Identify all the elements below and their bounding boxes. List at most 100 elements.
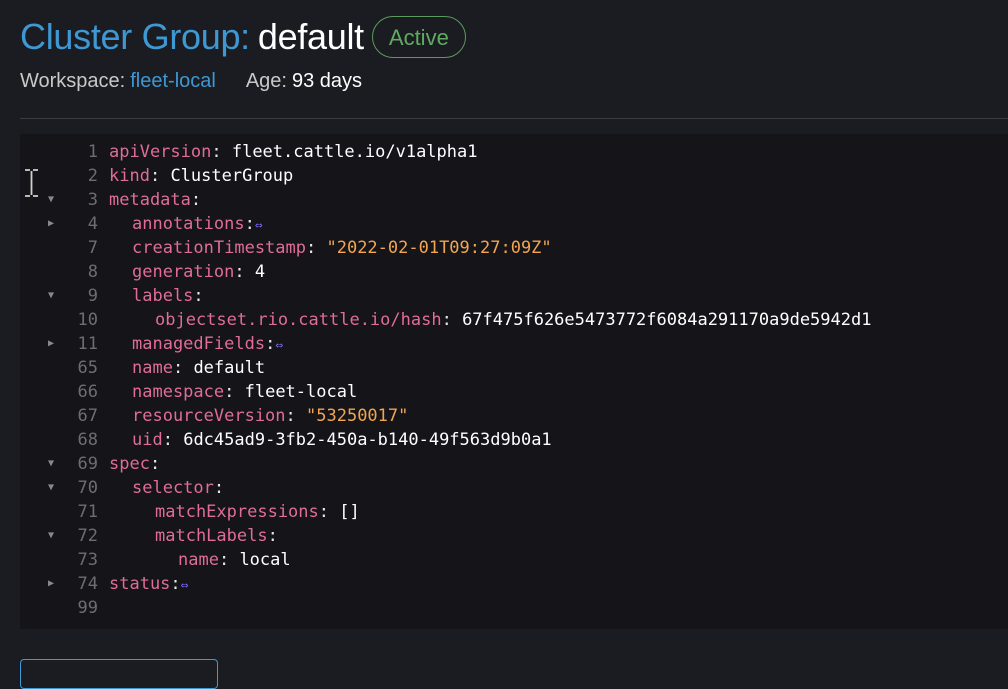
- line-number: 69: [77, 454, 98, 474]
- line-number: 9: [87, 286, 98, 306]
- yaml-value: local: [239, 550, 291, 570]
- line-number: 1: [87, 142, 98, 162]
- yaml-code: kind: ClusterGroup: [109, 164, 293, 188]
- yaml-value: default: [193, 358, 266, 378]
- fold-collapsed-icon[interactable]: ▶: [46, 332, 56, 356]
- collapsed-marker-icon[interactable]: ⇔: [181, 578, 189, 593]
- line-number: 2: [87, 166, 98, 186]
- yaml-key: namespace: [132, 382, 225, 402]
- yaml-code: resourceVersion: "53250017": [132, 404, 408, 428]
- workspace-label: Workspace:: [20, 70, 126, 92]
- yaml-separator: :: [218, 550, 240, 570]
- yaml-line[interactable]: 65 name: default: [20, 356, 1008, 380]
- collapsed-marker-icon[interactable]: ⇔: [255, 218, 263, 233]
- yaml-line[interactable]: 1 apiVersion: fleet.cattle.io/v1alpha1: [20, 140, 1008, 164]
- line-number: 7: [87, 238, 98, 258]
- yaml-line[interactable]: ▼ 70 selector:: [20, 476, 1008, 500]
- fold-collapsed-icon[interactable]: ▶: [46, 572, 56, 596]
- yaml-line[interactable]: ▼ 72 matchLabels:: [20, 524, 1008, 548]
- yaml-value: 67f475f626e5473772f6084a291170a9de5942d1: [462, 310, 872, 330]
- yaml-code: name: default: [132, 356, 265, 380]
- yaml-line[interactable]: 2 kind: ClusterGroup: [20, 164, 1008, 188]
- line-number: 8: [87, 262, 98, 282]
- fold-expanded-icon[interactable]: ▼: [46, 524, 56, 548]
- yaml-line[interactable]: 68 uid: 6dc45ad9-3fb2-450a-b140-49f563d9b…: [20, 428, 1008, 452]
- yaml-line[interactable]: ▶ 74 status:⇔: [20, 572, 1008, 596]
- yaml-separator: :: [441, 310, 463, 330]
- line-number: 70: [77, 478, 98, 498]
- yaml-code: selector:: [132, 476, 224, 500]
- yaml-code: annotations:⇔: [132, 212, 263, 238]
- yaml-separator: :: [149, 166, 171, 186]
- fold-expanded-icon[interactable]: ▼: [46, 476, 56, 500]
- yaml-editor[interactable]: 1 apiVersion: fleet.cattle.io/v1alpha1 2 ki…: [20, 134, 1008, 629]
- yaml-code: matchLabels:: [155, 524, 278, 548]
- fold-expanded-icon[interactable]: ▼: [46, 188, 56, 212]
- header-divider: [20, 118, 1008, 119]
- yaml-line[interactable]: 73 name: local: [20, 548, 1008, 572]
- yaml-code: uid: 6dc45ad9-3fb2-450a-b140-49f563d9b0a…: [132, 428, 552, 452]
- yaml-value: ClusterGroup: [170, 166, 294, 186]
- yaml-key: labels: [132, 286, 194, 306]
- yaml-separator: :: [306, 238, 327, 258]
- yaml-key: name: [132, 358, 173, 378]
- yaml-key: status: [109, 574, 171, 594]
- yaml-line[interactable]: 71 matchExpressions: []: [20, 500, 1008, 524]
- yaml-code: apiVersion: fleet.cattle.io/v1alpha1: [109, 140, 477, 164]
- yaml-separator: :: [244, 214, 255, 234]
- fold-expanded-icon[interactable]: ▼: [46, 284, 56, 308]
- yaml-line[interactable]: 66 namespace: fleet-local: [20, 380, 1008, 404]
- yaml-code: generation: 4: [132, 260, 265, 284]
- yaml-separator: :: [213, 478, 225, 498]
- yaml-key: apiVersion: [109, 142, 212, 162]
- yaml-line[interactable]: 99: [20, 596, 1008, 620]
- yaml-line[interactable]: ▼ 9 labels:: [20, 284, 1008, 308]
- yaml-separator: :: [267, 526, 278, 546]
- yaml-value: fleet.cattle.io/v1alpha1: [231, 142, 478, 162]
- yaml-code: namespace: fleet-local: [132, 380, 357, 404]
- resource-name-title: default: [257, 16, 364, 57]
- yaml-line[interactable]: ▶ 4 annotations:⇔: [20, 212, 1008, 236]
- yaml-line[interactable]: 10 objectset.rio.cattle.io/hash: 67f475f6…: [20, 308, 1008, 332]
- yaml-key: name: [178, 550, 219, 570]
- line-number: 66: [77, 382, 98, 402]
- yaml-separator: :: [172, 358, 194, 378]
- line-number: 3: [87, 190, 98, 210]
- text-cursor-icon: [25, 169, 38, 197]
- yaml-separator: :: [193, 286, 204, 306]
- line-number: 99: [77, 598, 98, 618]
- fold-expanded-icon[interactable]: ▼: [46, 452, 56, 476]
- yaml-line[interactable]: 7 creationTimestamp: "2022-02-01T09:27:09…: [20, 236, 1008, 260]
- title-row: Cluster Group: default Active: [20, 14, 1008, 60]
- yaml-value: []: [339, 502, 360, 522]
- yaml-line[interactable]: ▼ 69 spec:: [20, 452, 1008, 476]
- yaml-value: "2022-02-01T09:27:09Z": [326, 238, 552, 258]
- yaml-separator: :: [234, 262, 255, 282]
- workspace-link[interactable]: fleet-local: [130, 70, 216, 93]
- yaml-key: selector: [132, 478, 214, 498]
- yaml-separator: :: [265, 334, 276, 354]
- line-number: 68: [77, 430, 98, 450]
- yaml-separator: :: [318, 502, 340, 522]
- yaml-line[interactable]: 8 generation: 4: [20, 260, 1008, 284]
- yaml-line[interactable]: 67 resourceVersion: "53250017": [20, 404, 1008, 428]
- yaml-code: name: local: [178, 548, 291, 572]
- footer-button[interactable]: [20, 659, 218, 689]
- line-number: 74: [77, 574, 98, 594]
- status-badge: Active: [371, 16, 466, 58]
- yaml-separator: :: [211, 142, 232, 162]
- yaml-line[interactable]: ▶ 11 managedFields:⇔: [20, 332, 1008, 356]
- line-number: 11: [77, 334, 98, 354]
- collapsed-marker-icon[interactable]: ⇔: [275, 338, 283, 353]
- line-number: 73: [77, 550, 98, 570]
- yaml-value: fleet-local: [244, 382, 358, 402]
- yaml-code: objectset.rio.cattle.io/hash: 67f475f626…: [155, 308, 871, 332]
- yaml-separator: :: [149, 454, 161, 474]
- resource-type-title: Cluster Group:: [20, 16, 250, 57]
- fold-collapsed-icon[interactable]: ▶: [46, 212, 56, 236]
- yaml-separator: :: [224, 382, 245, 402]
- yaml-line[interactable]: ▼ 3 metadata:: [20, 188, 1008, 212]
- line-number: 10: [77, 310, 98, 330]
- yaml-code: creationTimestamp: "2022-02-01T09:27:09Z…: [132, 236, 552, 260]
- yaml-value: "53250017": [306, 406, 409, 426]
